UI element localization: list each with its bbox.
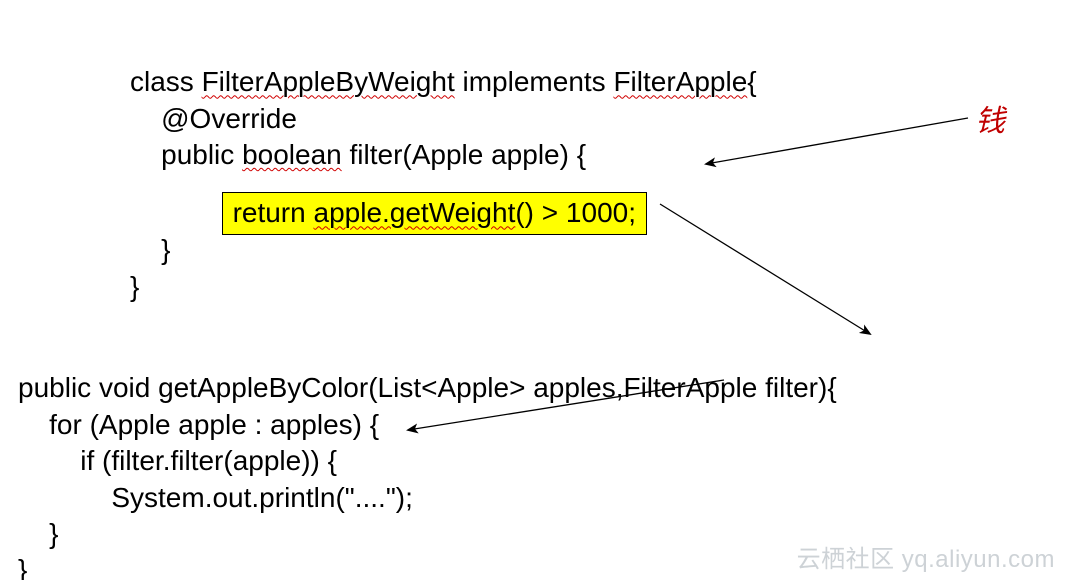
code-block-method: public void getAppleByColor(List<Apple> …	[18, 334, 837, 580]
classname-filterapple: FilterApple	[613, 66, 747, 97]
b2-line-2: for (Apple apple : apples) {	[18, 409, 379, 440]
expr-getweight: apple.getWeight	[314, 197, 516, 228]
code-line-2: @Override	[130, 103, 297, 134]
code-block-class-close: } }	[130, 196, 170, 305]
b2-line-1: public void getAppleByColor(List<Apple> …	[18, 372, 837, 403]
expr-tail: () > 1000;	[515, 197, 636, 228]
code-line-6: }	[130, 271, 139, 302]
brace: {	[747, 66, 756, 97]
highlight-row: return apple.getWeight() > 1000;	[206, 156, 647, 235]
b2-line-5: }	[18, 518, 58, 549]
b2-line-3: if (filter.filter(apple)) {	[18, 445, 337, 476]
code-line-5: }	[130, 234, 170, 265]
watermark: 云栖社区 yq.aliyun.com	[797, 539, 1055, 574]
code-line-1: class FilterAppleByWeight implements Fil…	[130, 66, 757, 97]
highlight-return-line: return apple.getWeight() > 1000;	[222, 192, 647, 234]
b2-line-6: }	[18, 554, 27, 580]
kw-implements: implements	[455, 66, 614, 97]
kw-return: return	[233, 197, 314, 228]
b2-line-4: System.out.println("....");	[18, 482, 413, 513]
arrow-highlight-to-parameter	[660, 204, 870, 334]
code-block-class: class FilterAppleByWeight implements Fil…	[130, 28, 757, 174]
classname-filterapplebyweight: FilterAppleByWeight	[202, 66, 455, 97]
annotation-money: 钱	[975, 96, 1005, 140]
kw-class: class	[130, 66, 202, 97]
